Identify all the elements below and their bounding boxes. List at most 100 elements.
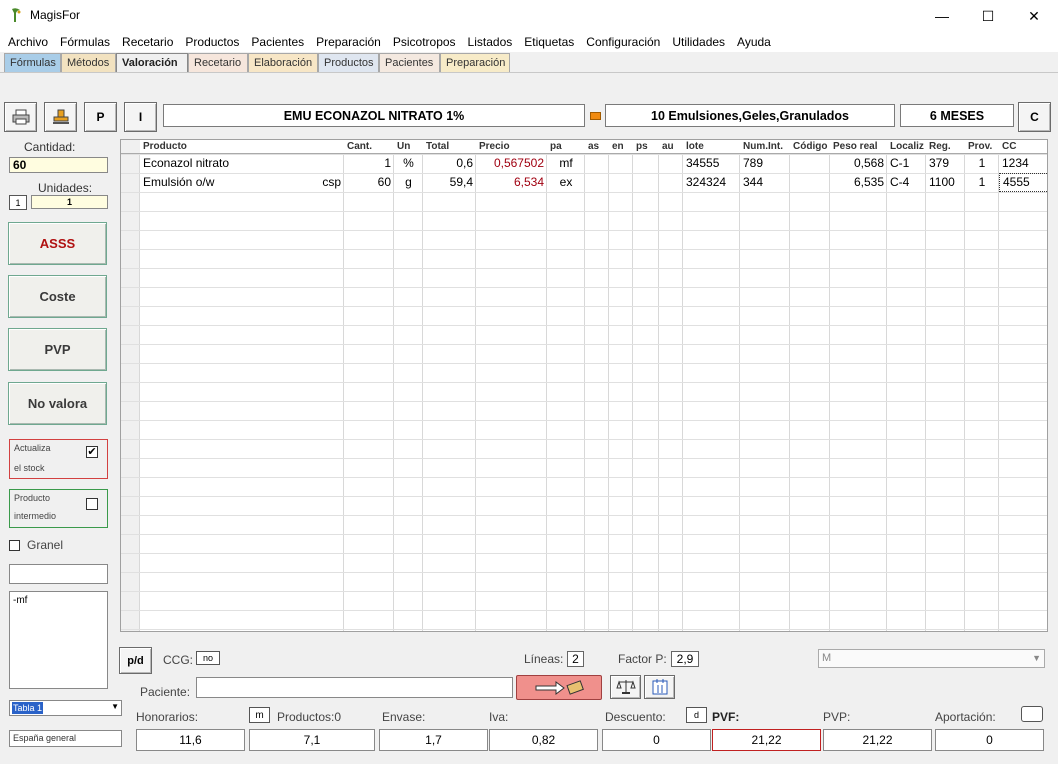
menu-listados[interactable]: Listados: [463, 32, 518, 52]
unidades-input[interactable]: 1: [31, 195, 108, 209]
grid-cell-numint[interactable]: 344: [740, 173, 790, 192]
grid-cell-pa[interactable]: ex: [547, 173, 585, 192]
grid-cell-peso[interactable]: 6,535: [830, 173, 887, 192]
grid-cell-cc[interactable]: 1234: [999, 154, 1047, 173]
grid-cell-codigo[interactable]: [790, 154, 830, 173]
menu-preparacion[interactable]: Preparación: [311, 32, 386, 52]
grid-header[interactable]: pa: [547, 140, 585, 154]
table-select[interactable]: Tabla 1 ▼: [9, 700, 122, 716]
menu-configuracion[interactable]: Configuración: [581, 32, 665, 52]
region-field[interactable]: España general: [9, 730, 122, 747]
grid-cell-cant[interactable]: 60: [344, 173, 394, 192]
tab-valoracion[interactable]: Valoración: [116, 53, 188, 72]
grid-header[interactable]: Num.Int.: [740, 140, 790, 154]
tab-preparacion[interactable]: Preparación: [440, 53, 510, 72]
grid-cell-reg[interactable]: 379: [926, 154, 965, 173]
grid-cell-lote[interactable]: 324324: [683, 173, 740, 192]
grid-header[interactable]: as: [585, 140, 609, 154]
tab-pacientes[interactable]: Pacientes: [379, 53, 440, 72]
grid-cell-cc[interactable]: 4555: [999, 173, 1047, 192]
p-button[interactable]: P: [84, 102, 117, 132]
menu-archivo[interactable]: Archivo: [3, 32, 53, 52]
tab-metodos[interactable]: Métodos: [61, 53, 116, 72]
grid-cell-total[interactable]: 0,6: [423, 154, 476, 173]
menu-ayuda[interactable]: Ayuda: [732, 32, 776, 52]
cantidad-input[interactable]: 60: [9, 157, 108, 173]
intermedio-label-1: Producto: [14, 493, 51, 503]
d-button[interactable]: d: [686, 707, 707, 723]
grid-header[interactable]: Precio: [476, 140, 547, 154]
aportacion-button[interactable]: [1021, 706, 1043, 722]
grid-cell-lote[interactable]: 34555: [683, 154, 740, 173]
grid-cell-localiz[interactable]: C-4: [887, 173, 926, 192]
tab-elaboracion[interactable]: Elaboración: [248, 53, 318, 72]
menu-recetario[interactable]: Recetario: [117, 32, 178, 52]
i-button[interactable]: I: [124, 102, 157, 132]
tab-formulas[interactable]: Fórmulas: [4, 53, 61, 72]
notes-textarea[interactable]: -mf: [9, 591, 108, 689]
grid-header[interactable]: Localiz: [887, 140, 926, 154]
products-grid[interactable]: Producto Cant. Un Total Precio pa as en ps au lote…: [120, 139, 1048, 632]
grid-cell-precio[interactable]: 6,534: [476, 173, 547, 192]
grid-header[interactable]: Código: [790, 140, 830, 154]
calendar-button[interactable]: [644, 675, 675, 699]
producto-intermedio-checkbox[interactable]: [86, 498, 98, 510]
menu-pacientes[interactable]: Pacientes: [246, 32, 309, 52]
grid-header[interactable]: Producto: [140, 140, 344, 154]
stamp-button[interactable]: [44, 102, 77, 132]
coste-button[interactable]: Coste: [8, 275, 107, 318]
print-button[interactable]: [4, 102, 37, 132]
pd-button[interactable]: p/d: [119, 647, 152, 674]
grid-header[interactable]: lote: [683, 140, 740, 154]
tab-productos[interactable]: Productos: [318, 53, 379, 72]
ccg-button[interactable]: no: [196, 651, 220, 665]
grid-cell-precio[interactable]: 0,567502: [476, 154, 547, 173]
balance-button[interactable]: [610, 675, 641, 699]
close-button[interactable]: ✕: [1011, 0, 1057, 32]
no-valora-button[interactable]: No valora: [8, 382, 107, 425]
grid-cell-prov[interactable]: 1: [965, 173, 999, 192]
actualiza-stock-checkbox[interactable]: ✔: [86, 446, 98, 458]
grid-header[interactable]: Total: [423, 140, 476, 154]
menu-utilidades[interactable]: Utilidades: [667, 32, 730, 52]
grid-header[interactable]: ps: [633, 140, 659, 154]
grid-cell-pa[interactable]: mf: [547, 154, 585, 173]
form-type: 10 Emulsiones,Geles,Granulados: [605, 104, 895, 127]
m-select[interactable]: M ▼: [818, 649, 1045, 668]
grid-cell-un[interactable]: g: [394, 173, 423, 192]
unidades-button[interactable]: 1: [9, 195, 27, 210]
factor-value[interactable]: 2,9: [671, 651, 699, 667]
pvp-button[interactable]: PVP: [8, 328, 107, 371]
granel-checkbox[interactable]: [9, 540, 20, 551]
paciente-input[interactable]: [196, 677, 513, 698]
grid-cell-un[interactable]: %: [394, 154, 423, 173]
menu-productos[interactable]: Productos: [180, 32, 244, 52]
grid-cell-numint[interactable]: 789: [740, 154, 790, 173]
grid-header[interactable]: CC: [999, 140, 1047, 154]
grid-cell-codigo[interactable]: [790, 173, 830, 192]
grid-cell-total[interactable]: 59,4: [423, 173, 476, 192]
grid-header[interactable]: au: [659, 140, 683, 154]
grid-cell-localiz[interactable]: C-1: [887, 154, 926, 173]
grid-header[interactable]: Peso real: [830, 140, 887, 154]
grid-cell-cant[interactable]: 1: [344, 154, 394, 173]
c-button[interactable]: C: [1018, 102, 1051, 132]
menu-psicotropos[interactable]: Psicotropos: [388, 32, 461, 52]
grid-header[interactable]: en: [609, 140, 633, 154]
menu-formulas[interactable]: Fórmulas: [55, 32, 115, 52]
transfer-button[interactable]: [516, 675, 602, 700]
tab-recetario[interactable]: Recetario: [188, 53, 248, 72]
grid-header[interactable]: Cant.: [344, 140, 394, 154]
menu-etiquetas[interactable]: Etiquetas: [519, 32, 579, 52]
grid-header[interactable]: Prov.: [965, 140, 999, 154]
granel-input[interactable]: [9, 564, 108, 584]
grid-header[interactable]: Reg.: [926, 140, 965, 154]
maximize-button[interactable]: ☐: [965, 0, 1011, 32]
m-button[interactable]: m: [249, 707, 270, 723]
grid-cell-reg[interactable]: 1100: [926, 173, 965, 192]
grid-cell-peso[interactable]: 0,568: [830, 154, 887, 173]
minimize-button[interactable]: —: [919, 0, 965, 32]
asss-button[interactable]: ASSS: [8, 222, 107, 265]
grid-cell-prov[interactable]: 1: [965, 154, 999, 173]
grid-header[interactable]: Un: [394, 140, 423, 154]
